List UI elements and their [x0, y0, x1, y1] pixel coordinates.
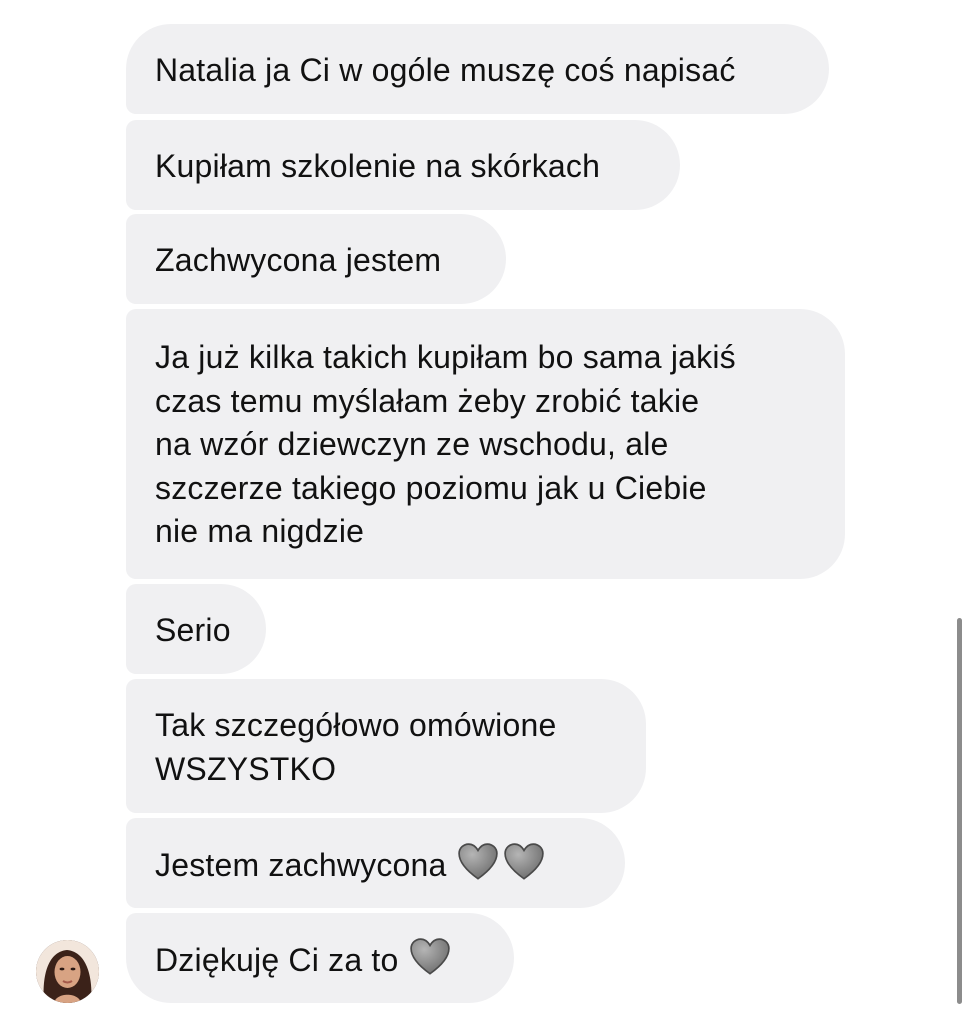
message-bubble[interactable]: Natalia ja Ci w ogóle muszę coś napisać — [126, 24, 829, 114]
message-bubble[interactable]: Dziękuję Ci za to — [126, 913, 514, 1003]
message-text: Tak szczegółowo omówione WSZYSTKO — [155, 707, 557, 787]
grey-heart-icon — [409, 938, 450, 975]
message-text: Dziękuję Ci za to — [155, 942, 399, 978]
message-text: Jestem zachwycona — [155, 847, 447, 883]
message-text: Ja już kilka takich kupiłam bo sama jaki… — [155, 339, 736, 549]
message-bubble[interactable]: Serio — [126, 584, 266, 674]
message-thread[interactable]: Natalia ja Ci w ogóle muszę coś napisać … — [0, 0, 969, 1024]
profile-photo — [36, 940, 99, 1003]
message-bubble[interactable]: Jestem zachwycona — [126, 818, 625, 908]
message-bubble[interactable]: Tak szczegółowo omówione WSZYSTKO — [126, 679, 646, 813]
message-text: Zachwycona jestem — [155, 242, 442, 278]
message-text: Serio — [155, 612, 231, 648]
scrollbar[interactable] — [957, 618, 962, 1004]
grey-heart-icon — [503, 843, 544, 880]
message-bubble[interactable]: Kupiłam szkolenie na skórkach — [126, 120, 680, 210]
grey-heart-icon — [457, 843, 498, 880]
message-text: Natalia ja Ci w ogóle muszę coś napisać — [155, 52, 736, 88]
message-bubble[interactable]: Ja już kilka takich kupiłam bo sama jaki… — [126, 309, 845, 579]
message-text: Kupiłam szkolenie na skórkach — [155, 148, 601, 184]
message-bubble[interactable]: Zachwycona jestem — [126, 214, 506, 304]
avatar[interactable] — [36, 940, 99, 1003]
